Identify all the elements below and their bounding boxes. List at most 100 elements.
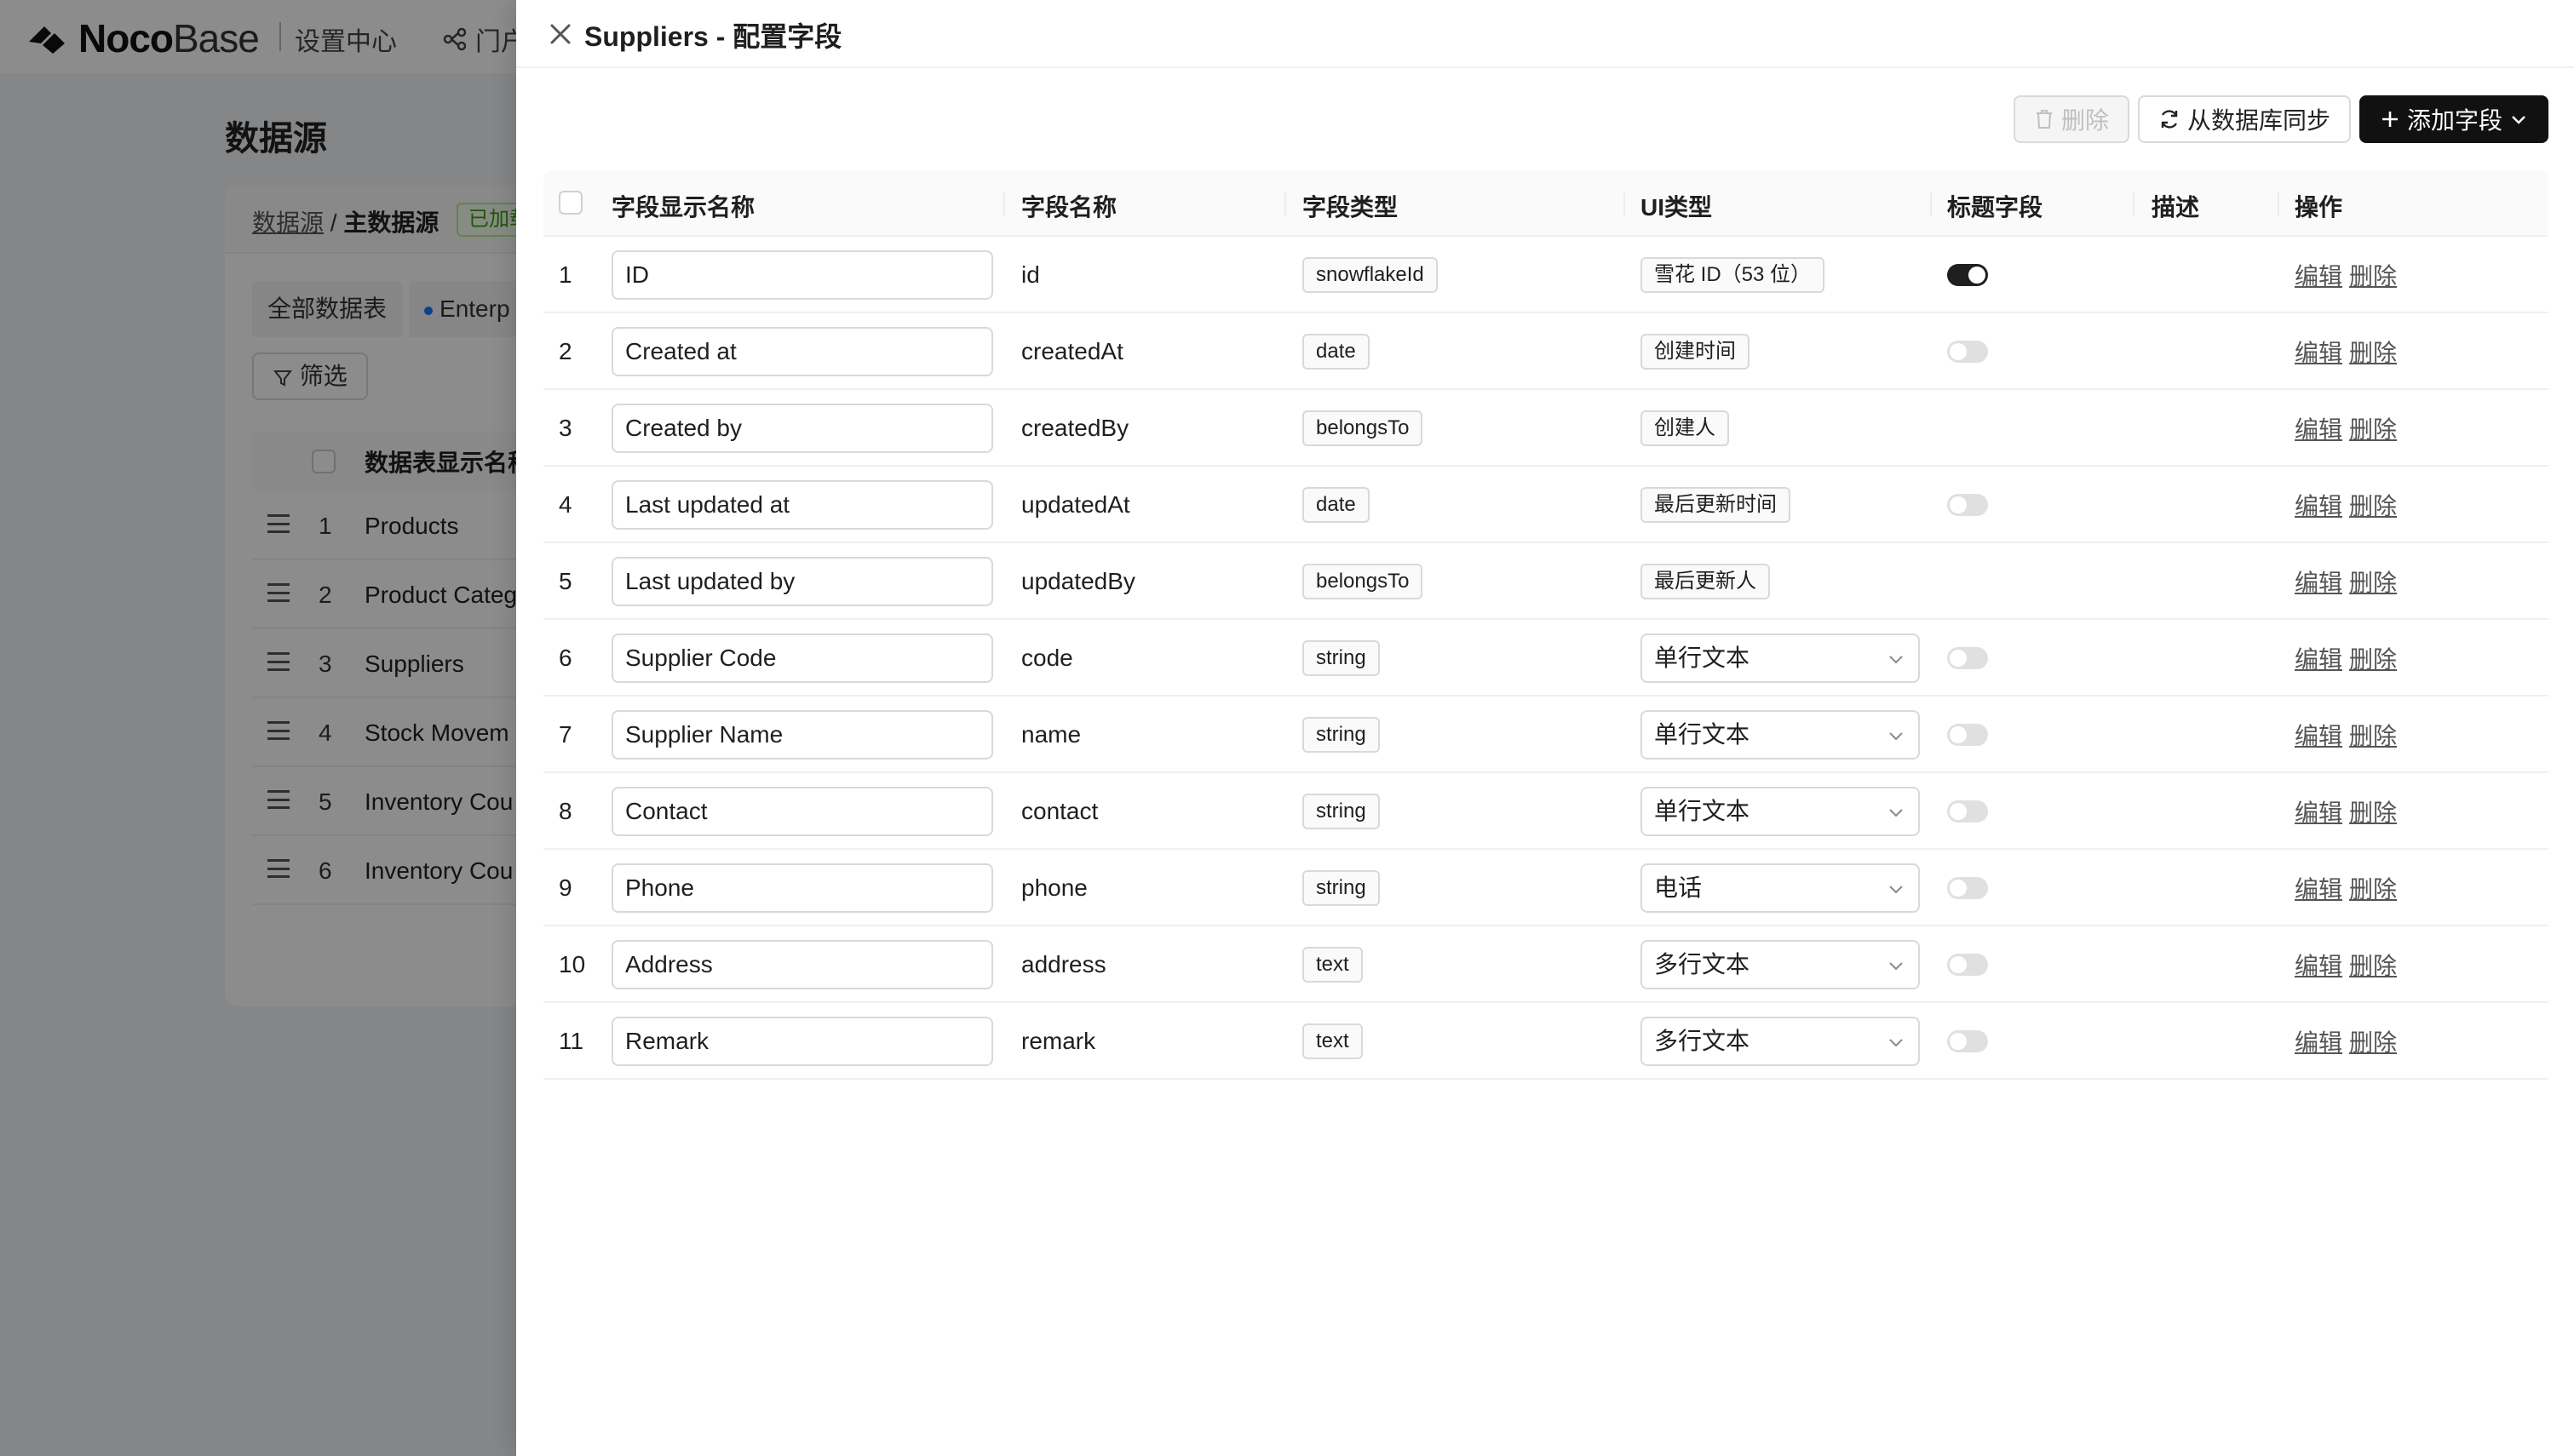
delete-link[interactable]: 删除	[2349, 565, 2397, 599]
edit-link[interactable]: 编辑	[2295, 718, 2342, 752]
table-row: 6 Supplier Code code string 单行文本 编辑 删除	[543, 620, 2548, 696]
field-title-input[interactable]: Last updated at	[612, 480, 993, 530]
title-field-switch[interactable]	[1947, 877, 1988, 899]
fields-table-body: 1 ID id snowflakeId 雪花 ID（53 位） 编辑 删除 2 Created …	[543, 237, 2548, 1080]
table-row: 5 Last updated by updatedBy belongsTo 最后更新人 编…	[543, 543, 2548, 620]
field-title-input[interactable]: Last updated by	[612, 557, 993, 606]
edit-link[interactable]: 编辑	[2295, 794, 2342, 828]
ui-type-select[interactable]: 多行文本	[1640, 940, 1920, 989]
edit-link[interactable]: 编辑	[2295, 1024, 2342, 1058]
ui-type-value: 单行文本	[1654, 645, 1750, 671]
edit-link[interactable]: 编辑	[2295, 948, 2342, 982]
edit-link[interactable]: 编辑	[2295, 335, 2342, 369]
chevron-down-icon	[1889, 732, 1903, 741]
add-field-label: 添加字段	[2406, 107, 2502, 134]
row-number: 3	[559, 415, 572, 441]
title-field-switch[interactable]	[1947, 954, 1988, 976]
edit-link[interactable]: 编辑	[2295, 871, 2342, 905]
edit-link[interactable]: 编辑	[2295, 565, 2342, 599]
chevron-down-icon	[1889, 962, 1903, 971]
edit-link[interactable]: 编辑	[2295, 411, 2342, 445]
edit-link[interactable]: 编辑	[2295, 488, 2342, 522]
column-separator	[1003, 192, 1005, 216]
chevron-down-icon	[1889, 1039, 1903, 1047]
field-type-tag: string	[1302, 794, 1380, 829]
field-type-tag: snowflakeId	[1302, 257, 1438, 293]
delete-link[interactable]: 删除	[2349, 258, 2397, 292]
ui-type-tag: 雪花 ID（53 位）	[1640, 257, 1825, 293]
delete-link[interactable]: 删除	[2349, 411, 2397, 445]
delete-link[interactable]: 删除	[2349, 335, 2397, 369]
delete-link[interactable]: 删除	[2349, 1024, 2397, 1058]
column-separator	[2133, 192, 2134, 216]
field-title-input[interactable]: Address	[612, 940, 993, 989]
ui-type-tag: 最后更新时间	[1640, 487, 1790, 523]
table-row: 8 Contact contact string 单行文本 编辑 删除	[543, 773, 2548, 850]
table-row: 4 Last updated at updatedAt date 最后更新时间 编辑 删除	[543, 467, 2548, 543]
field-type-tag: string	[1302, 717, 1380, 753]
title-field-switch[interactable]	[1947, 647, 1988, 669]
field-type-tag: text	[1302, 947, 1363, 983]
ui-type-select[interactable]: 单行文本	[1640, 710, 1920, 760]
field-title-input[interactable]: Contact	[612, 787, 993, 836]
table-row: 3 Created by createdBy belongsTo 创建人 编辑 删除	[543, 390, 2548, 467]
column-header-name: 字段名称	[1021, 194, 1118, 221]
field-title-input[interactable]: Created at	[612, 327, 993, 376]
table-row: 10 Address address text 多行文本 编辑 删除	[543, 926, 2548, 1003]
drawer-title: Suppliers - 配置字段	[584, 21, 842, 52]
field-title-input[interactable]: Phone	[612, 863, 993, 913]
chevron-down-icon	[1889, 886, 1903, 894]
row-number: 10	[559, 951, 586, 977]
field-title-input[interactable]: Supplier Name	[612, 710, 993, 760]
row-number: 1	[559, 261, 572, 288]
field-title-input[interactable]: Supplier Code	[612, 633, 993, 683]
edit-link[interactable]: 编辑	[2295, 258, 2342, 292]
sync-button-label: 从数据库同步	[2186, 107, 2330, 134]
fields-table-header: 字段显示名称 字段名称 字段类型 UI类型 标题字段 描述 操作	[543, 170, 2548, 237]
field-name: id	[1021, 261, 1040, 288]
field-name: createdBy	[1021, 415, 1129, 441]
field-type-tag: date	[1302, 487, 1370, 523]
field-title-input[interactable]: Created by	[612, 404, 993, 453]
delete-link[interactable]: 删除	[2349, 718, 2397, 752]
ui-type-value: 多行文本	[1654, 951, 1750, 977]
ui-type-value: 单行文本	[1654, 798, 1750, 824]
delete-link[interactable]: 删除	[2349, 794, 2397, 828]
ui-type-select[interactable]: 单行文本	[1640, 787, 1920, 836]
row-number: 2	[559, 338, 572, 364]
column-separator	[1623, 192, 1625, 216]
delete-link[interactable]: 删除	[2349, 871, 2397, 905]
row-number: 7	[559, 721, 572, 748]
title-field-switch[interactable]	[1947, 724, 1988, 746]
table-row: 11 Remark remark text 多行文本 编辑 删除	[543, 1003, 2548, 1080]
delete-link[interactable]: 删除	[2349, 948, 2397, 982]
title-field-switch[interactable]	[1947, 341, 1988, 363]
field-type-tag: date	[1302, 334, 1370, 370]
field-name: phone	[1021, 874, 1088, 901]
trash-icon	[2036, 110, 2052, 129]
sync-from-database-button[interactable]: 从数据库同步	[2137, 95, 2351, 143]
column-separator	[1930, 192, 1932, 216]
ui-type-select[interactable]: 单行文本	[1640, 633, 1920, 683]
title-field-switch[interactable]	[1947, 1030, 1988, 1052]
add-field-button[interactable]: 添加字段	[2359, 95, 2548, 143]
delete-link[interactable]: 删除	[2349, 488, 2397, 522]
sync-icon	[2161, 110, 2178, 129]
title-field-switch[interactable]	[1947, 494, 1988, 516]
ui-type-tag: 最后更新人	[1640, 564, 1770, 599]
field-title-input[interactable]: Remark	[612, 1017, 993, 1066]
field-title-input[interactable]: ID	[612, 250, 993, 300]
title-field-switch[interactable]	[1947, 800, 1988, 823]
delete-link[interactable]: 删除	[2349, 641, 2397, 675]
ui-type-select[interactable]: 多行文本	[1640, 1017, 1920, 1066]
delete-button[interactable]: 删除	[2013, 95, 2129, 143]
edit-link[interactable]: 编辑	[2295, 641, 2342, 675]
row-number: 5	[559, 568, 572, 594]
ui-type-select[interactable]: 电话	[1640, 863, 1920, 913]
select-all-checkbox[interactable]	[559, 191, 583, 215]
column-header-title-field: 标题字段	[1947, 194, 2043, 221]
drawer-header: Suppliers - 配置字段	[516, 0, 2574, 68]
chevron-down-icon	[1889, 656, 1903, 664]
close-icon[interactable]	[545, 19, 576, 49]
title-field-switch[interactable]	[1947, 264, 1988, 286]
